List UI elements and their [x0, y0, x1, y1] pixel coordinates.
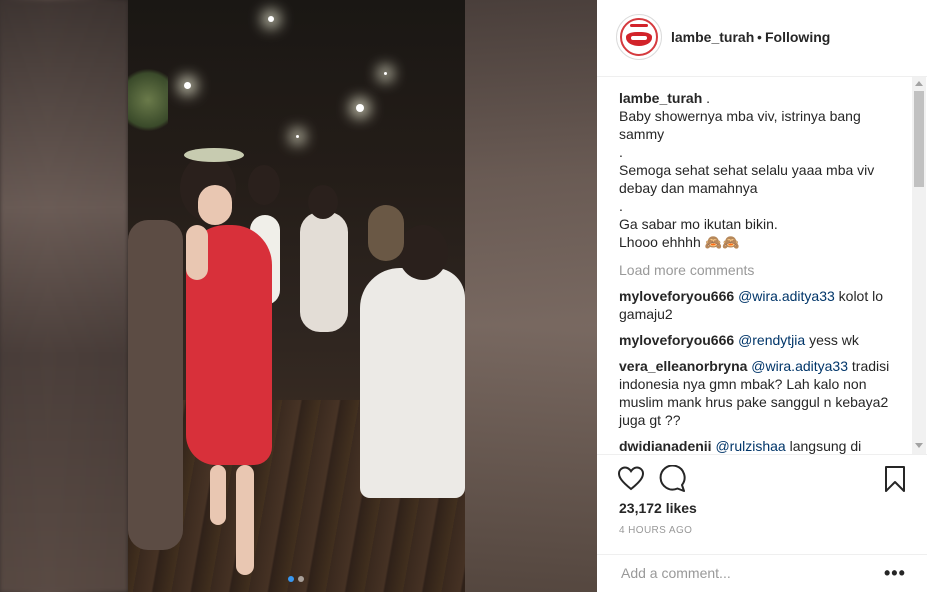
comment-item: myloveforyou666 @rendytjia yess wk	[619, 331, 899, 349]
avatar-logo-text	[630, 24, 648, 27]
caption-line: Ga sabar mo ikutan bikin.	[619, 216, 778, 232]
post-sidebar: lambe_turah • Following lambe_turah . Ba…	[597, 0, 927, 592]
comment-item: dwidianadenii @rulzishaa langsung di mak…	[619, 437, 899, 454]
ceiling-light	[356, 104, 364, 112]
header-separator: •	[757, 29, 762, 45]
ceiling-light	[384, 72, 387, 75]
header-username[interactable]: lambe_turah	[671, 29, 754, 45]
caption-dot: .	[706, 90, 711, 106]
ceiling-light	[268, 16, 274, 22]
plant-decoration	[128, 60, 168, 140]
post-media[interactable]	[0, 0, 597, 592]
carousel-indicator	[288, 576, 304, 582]
comment-username[interactable]: vera_elleanorbryna	[619, 358, 747, 374]
comments-scrollbar[interactable]	[912, 77, 926, 454]
guest-face	[198, 185, 232, 225]
caption-line: .	[619, 198, 623, 214]
likes-count[interactable]: 23,172 likes	[619, 500, 697, 516]
comments-list[interactable]: lambe_turah . Baby showernya mba viv, is…	[597, 77, 927, 454]
caption-line: Baby showernya mba viv, istrinya bang sa…	[619, 108, 865, 142]
guest-head	[248, 165, 280, 205]
carousel-dot	[298, 576, 304, 582]
add-comment-input[interactable]	[619, 564, 873, 582]
flower-crown	[184, 148, 244, 162]
avatar[interactable]	[616, 14, 662, 60]
comments-body: lambe_turah . Baby showernya mba viv, is…	[619, 89, 899, 454]
bookmark-icon[interactable]	[881, 465, 909, 493]
comment-bubble-icon[interactable]	[658, 465, 686, 493]
scroll-up-arrow-icon[interactable]	[915, 81, 923, 86]
comment-mention[interactable]: @wira.aditya33	[738, 288, 835, 304]
caption-username[interactable]: lambe_turah	[619, 90, 702, 106]
guest-head	[398, 225, 448, 280]
lips-logo-teeth	[631, 36, 647, 40]
comment-mention[interactable]: @rendytjia	[738, 332, 805, 348]
video-frame[interactable]	[128, 0, 465, 592]
guest-in-white-lace	[360, 268, 465, 498]
guest-leg	[236, 465, 254, 575]
caption: lambe_turah .	[619, 89, 899, 107]
ceiling-light	[296, 135, 299, 138]
caption-line: Semoga sehat sehat selalu yaaa mba viv d…	[619, 162, 879, 196]
comment-mention[interactable]: @wira.aditya33	[751, 358, 848, 374]
ceiling-light	[184, 82, 191, 89]
post-timestamp[interactable]: 4 HOURS AGO	[619, 525, 692, 536]
media-blur-left	[0, 0, 128, 592]
comment-item: myloveforyou666 @wira.aditya33 kolot lo …	[619, 287, 899, 323]
caption-line: Lhooo ehhhh 🙈🙈	[619, 234, 740, 250]
scroll-down-arrow-icon[interactable]	[915, 443, 923, 448]
comment-text: yess wk	[809, 332, 859, 348]
guest-figure	[300, 212, 348, 332]
guest-figure	[128, 220, 183, 550]
heart-icon[interactable]	[617, 465, 645, 493]
add-comment-bar: •••	[597, 554, 927, 593]
guest-arm	[186, 225, 208, 280]
comment-mention[interactable]: @rulzishaa	[715, 438, 785, 454]
scrollbar-thumb[interactable]	[914, 91, 924, 187]
media-blur-right	[465, 0, 597, 592]
comment-username[interactable]: myloveforyou666	[619, 288, 734, 304]
caption-line: .	[619, 144, 623, 160]
following-button[interactable]: Following	[765, 29, 830, 45]
comment-username[interactable]: dwidianadenii	[619, 438, 712, 454]
comment-item: vera_elleanorbryna @wira.aditya33 tradis…	[619, 357, 899, 429]
guest-leg	[210, 465, 226, 525]
phone-held	[368, 205, 404, 261]
load-more-comments-link[interactable]: Load more comments	[619, 261, 899, 279]
post-header: lambe_turah • Following	[597, 0, 927, 77]
comment-username[interactable]: myloveforyou666	[619, 332, 734, 348]
carousel-dot-active	[288, 576, 294, 582]
guest-head	[308, 185, 338, 219]
more-options-icon[interactable]: •••	[884, 563, 906, 584]
